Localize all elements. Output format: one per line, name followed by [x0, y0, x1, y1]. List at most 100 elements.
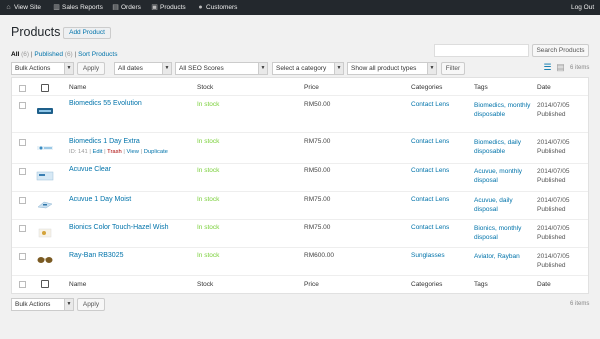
- sales-reports-link[interactable]: ▥ Sales Reports: [53, 0, 103, 15]
- stock-status: In stock: [197, 167, 220, 174]
- date-value: 2014/07/05: [537, 225, 570, 232]
- column-name[interactable]: Name: [69, 84, 86, 91]
- category-link[interactable]: Contact Lens: [411, 224, 449, 231]
- filter-published-count: (6): [64, 51, 73, 58]
- filter-all[interactable]: All: [11, 51, 19, 58]
- category-link[interactable]: Contact Lens: [411, 138, 449, 145]
- product-thumbnail[interactable]: [36, 227, 54, 238]
- product-thumbnail[interactable]: [36, 199, 54, 210]
- product-thumbnail[interactable]: [36, 105, 54, 116]
- status-value: Published: [537, 234, 566, 241]
- row-checkbox[interactable]: [19, 225, 26, 232]
- stock-status: In stock: [197, 101, 220, 108]
- product-thumbnail[interactable]: [36, 170, 54, 181]
- row-checkbox[interactable]: [19, 139, 26, 146]
- divider: [12, 219, 588, 220]
- logout-link[interactable]: Log Out: [571, 0, 594, 15]
- tags-links[interactable]: Bionics, monthly disposal: [474, 224, 532, 242]
- row-checkbox[interactable]: [19, 168, 26, 175]
- chevron-down-icon: ▼: [162, 63, 171, 74]
- action-separator: |: [140, 149, 143, 155]
- bulk-actions-value: Bulk Actions: [15, 301, 51, 308]
- trash-link[interactable]: Trash: [107, 149, 122, 155]
- logout-label: Log Out: [571, 4, 595, 11]
- admin-bar: ⌂ View Site ▥ Sales Reports ▤ Orders ▣ P…: [0, 0, 600, 15]
- filter-published[interactable]: Published: [34, 51, 63, 58]
- column-tags-footer: Tags: [474, 281, 488, 288]
- category-filter-select[interactable]: Select a category ▼: [272, 62, 344, 75]
- tags-links[interactable]: Acuvue, daily disposal: [474, 196, 532, 214]
- items-count: 6 items: [570, 65, 590, 71]
- status-value: Published: [537, 148, 566, 155]
- column-date[interactable]: Date: [537, 84, 551, 91]
- search-input[interactable]: [434, 44, 529, 57]
- category-link[interactable]: Contact Lens: [411, 101, 449, 108]
- date-value: 2014/07/05: [537, 168, 570, 175]
- products-link[interactable]: ▣ Products: [151, 0, 186, 15]
- select-all-checkbox-footer[interactable]: [19, 281, 26, 288]
- image-icon: [41, 84, 49, 92]
- product-thumbnail[interactable]: [36, 254, 54, 265]
- bulk-actions-select[interactable]: Bulk Actions ▼: [11, 62, 74, 75]
- column-categories: Categories: [411, 84, 443, 91]
- category-link[interactable]: Contact Lens: [411, 167, 449, 174]
- row-checkbox[interactable]: [19, 197, 26, 204]
- seo-filter-select[interactable]: All SEO Scores ▼: [175, 62, 268, 75]
- search-products-button[interactable]: Search Products: [532, 44, 589, 57]
- product-name-link[interactable]: Bionics Color Touch-Hazel Wish: [69, 224, 168, 231]
- product-type-select[interactable]: Show all product types ▼: [347, 62, 437, 75]
- status-value: Published: [537, 177, 566, 184]
- date-filter-select[interactable]: All dates ▼: [114, 62, 172, 75]
- view-site-link[interactable]: ⌂ View Site: [5, 0, 41, 15]
- price: RM600.00: [304, 252, 334, 259]
- action-separator: |: [89, 149, 91, 155]
- category-filter-value: Select a category: [276, 65, 327, 72]
- products-label: Products: [160, 4, 186, 11]
- customers-link[interactable]: ● Customers: [197, 0, 237, 15]
- row-checkbox[interactable]: [19, 253, 26, 260]
- product-name-link[interactable]: Acuvue 1 Day Moist: [69, 196, 131, 203]
- column-price-footer[interactable]: Price: [304, 281, 319, 288]
- date-filter-value: All dates: [118, 65, 143, 72]
- apply-button-bottom[interactable]: Apply: [77, 298, 105, 311]
- filter-sort-products[interactable]: Sort Products: [78, 51, 117, 58]
- column-stock-footer: Stock: [197, 281, 214, 288]
- tags-links[interactable]: Biomedics, monthly disposable: [474, 101, 532, 119]
- view-link[interactable]: View: [127, 149, 139, 155]
- category-link[interactable]: Contact Lens: [411, 196, 449, 203]
- filter-button[interactable]: Filter: [441, 62, 465, 75]
- view-site-label: View Site: [14, 4, 41, 11]
- column-name-footer[interactable]: Name: [69, 281, 86, 288]
- excerpt-view-icon[interactable]: ▤: [556, 63, 565, 72]
- column-price[interactable]: Price: [304, 84, 319, 91]
- column-date-footer[interactable]: Date: [537, 281, 551, 288]
- category-link[interactable]: Sunglasses: [411, 252, 445, 259]
- bulk-actions-value: Bulk Actions: [15, 65, 51, 72]
- stock-status: In stock: [197, 138, 220, 145]
- divider: [12, 132, 588, 133]
- edit-link[interactable]: Edit: [92, 149, 102, 155]
- bulk-actions-select-bottom[interactable]: Bulk Actions ▼: [11, 298, 74, 311]
- apply-button[interactable]: Apply: [77, 62, 105, 75]
- product-name-link[interactable]: Biomedics 1 Day Extra: [69, 138, 140, 145]
- duplicate-link[interactable]: Duplicate: [144, 149, 168, 155]
- date-value: 2014/07/05: [537, 253, 570, 260]
- product-name-link[interactable]: Biomedics 55 Evolution: [69, 100, 142, 107]
- product-thumbnail[interactable]: [36, 142, 54, 153]
- add-product-button[interactable]: Add Product: [63, 27, 111, 39]
- image-icon: [41, 280, 49, 288]
- list-view-icon[interactable]: ☰: [543, 63, 552, 72]
- action-separator: |: [123, 149, 125, 155]
- divider: [12, 247, 588, 248]
- home-icon: ⌂: [6, 4, 11, 11]
- tags-links[interactable]: Aviator, Rayban: [474, 252, 532, 261]
- product-name-link[interactable]: Ray-Ban RB3025: [69, 252, 123, 259]
- product-name-link[interactable]: Acuvue Clear: [69, 166, 111, 173]
- orders-link[interactable]: ▤ Orders: [112, 0, 141, 15]
- stock-status: In stock: [197, 196, 220, 203]
- tags-links[interactable]: Biomedics, daily disposable: [474, 138, 532, 156]
- cart-icon: ▤: [112, 4, 119, 11]
- select-all-checkbox[interactable]: [19, 85, 26, 92]
- row-checkbox[interactable]: [19, 102, 26, 109]
- tags-links[interactable]: Acuvue, monthly disposal: [474, 167, 532, 185]
